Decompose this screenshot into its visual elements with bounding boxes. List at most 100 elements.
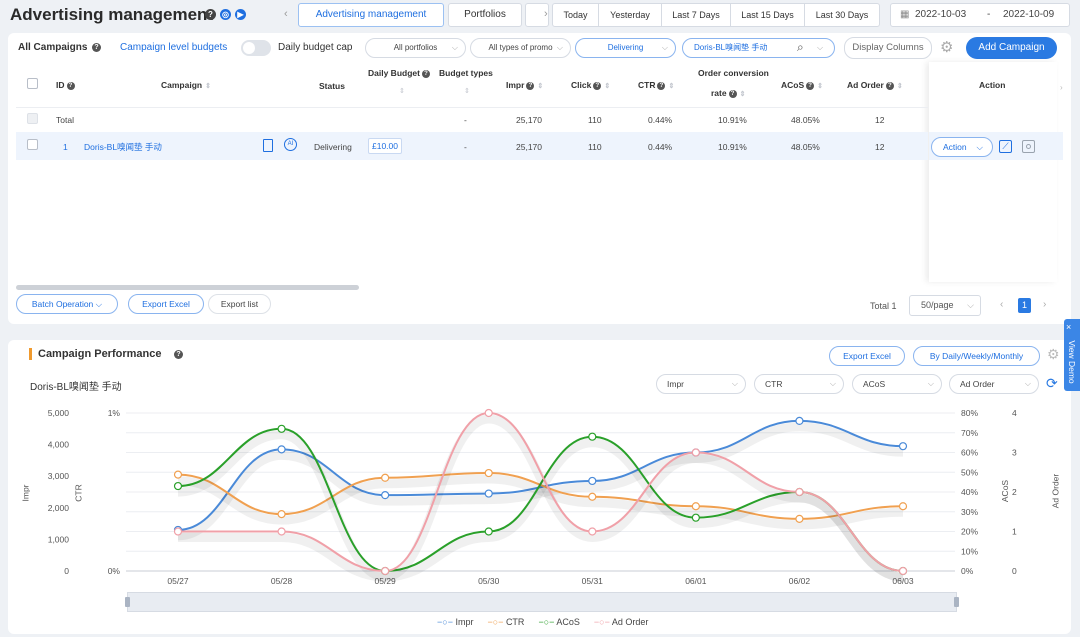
col-campaign[interactable]: Campaign ⇕: [161, 80, 211, 90]
perf-export-excel-button[interactable]: Export Excel: [829, 346, 905, 366]
metric-select-4[interactable]: Ad Order ⌵: [949, 374, 1039, 394]
x-tick-label: 05/27: [167, 576, 189, 586]
gear-icon[interactable]: ⚙: [1047, 346, 1060, 363]
display-columns-button[interactable]: Display Columns: [844, 37, 932, 59]
batch-operation-button[interactable]: Batch Operation ⌵: [16, 294, 118, 314]
col-ad-order-label: Ad Order: [847, 80, 884, 90]
document-icon[interactable]: [263, 139, 273, 152]
zoom-handle-right[interactable]: [954, 597, 959, 607]
horizontal-scrollbar[interactable]: [16, 285, 359, 290]
ad-order-tick-label: 2: [1012, 487, 1017, 497]
range-last-30[interactable]: Last 30 Days: [804, 3, 880, 27]
gear-icon[interactable]: ⚙: [940, 38, 953, 56]
range-last-15[interactable]: Last 15 Days: [730, 3, 805, 27]
ad-order-tick-label: 1: [1012, 527, 1017, 537]
ai-icon[interactable]: AI: [284, 138, 297, 151]
campaign-search-input[interactable]: Doris-BL嗅闻垫 手动 ⌕ ⌵: [682, 38, 835, 58]
zoom-handle-left[interactable]: [125, 597, 130, 607]
settings-icon[interactable]: ◎: [220, 9, 231, 20]
chevron-down-icon: ⌵: [661, 43, 668, 52]
scroll-right-icon[interactable]: ›: [1060, 83, 1063, 92]
add-campaign-button[interactable]: Add Campaign: [966, 37, 1057, 59]
tab-advertising-management[interactable]: Advertising management: [298, 3, 444, 27]
col-daily-budget[interactable]: Daily Budget?: [368, 68, 430, 78]
type-select[interactable]: All types of promo ⌵: [470, 38, 571, 58]
total-count: Total 1: [870, 301, 897, 311]
x-tick-label: 06/01: [685, 576, 707, 586]
col-ad-order[interactable]: Ad Order? ⇕: [847, 80, 903, 90]
period-button[interactable]: By Daily/Weekly/Monthly: [913, 346, 1040, 366]
select-all-checkbox[interactable]: [27, 78, 38, 89]
total-click: 110: [588, 115, 602, 125]
status-select[interactable]: Delivering ⌵: [575, 38, 676, 58]
help-icon: ?: [885, 82, 894, 90]
page-number[interactable]: 1: [1018, 298, 1031, 313]
range-today[interactable]: Today: [552, 3, 599, 27]
legend-item-ad-order[interactable]: −○− Ad Order: [594, 617, 648, 627]
portfolio-select[interactable]: All portfolios ⌵: [365, 38, 466, 58]
page-size-select[interactable]: 50/page ⌵: [909, 295, 981, 316]
metric-select-3[interactable]: ACoS ⌵: [852, 374, 942, 394]
page-size-value: 50/page: [921, 300, 954, 310]
acos-tick-label: 80%: [961, 408, 978, 418]
help-icon[interactable]: ?: [174, 350, 183, 359]
data-point-impr: [898, 442, 908, 451]
budget-toggle[interactable]: [241, 40, 271, 56]
copy-icon[interactable]: [1022, 140, 1035, 153]
col-click[interactable]: Click? ⇕: [571, 80, 610, 90]
close-icon[interactable]: ×: [1066, 322, 1071, 332]
col-status: Status: [319, 81, 345, 91]
date-separator: -: [987, 9, 991, 20]
chart-icon[interactable]: ⟋: [999, 140, 1012, 153]
date-range-picker[interactable]: ▦ 2022-10-03 - 2022-10-09: [890, 3, 1070, 27]
range-last-7[interactable]: Last 7 Days: [661, 3, 731, 27]
col-ctr[interactable]: CTR? ⇕: [638, 80, 674, 90]
sort-icon: ⇕: [205, 83, 211, 90]
help-icon[interactable]: ?: [205, 9, 216, 20]
zoom-slider[interactable]: [125, 592, 959, 612]
play-icon[interactable]: ▶: [235, 9, 246, 20]
col-acos[interactable]: ACoS? ⇕: [781, 80, 823, 90]
row-action-button[interactable]: Action ⌵: [931, 137, 993, 157]
ad-order-tick-label: 0: [1012, 566, 1017, 576]
next-page-icon[interactable]: ›: [1043, 299, 1046, 310]
metric-select-2[interactable]: CTR ⌵: [754, 374, 844, 394]
search-icon[interactable]: ⌕: [797, 38, 804, 56]
export-excel-button[interactable]: Export Excel: [128, 294, 204, 314]
col-id[interactable]: ID?: [56, 80, 75, 90]
refresh-icon[interactable]: ⟳: [1046, 375, 1058, 392]
chevron-down-icon[interactable]: ⌵: [817, 39, 823, 57]
daily-budget-field[interactable]: £10.00: [368, 138, 402, 154]
calendar-icon: ▦: [900, 9, 910, 20]
impr-tick-label: 1,000: [48, 534, 70, 544]
legend-item-impr[interactable]: −○− Impr: [437, 617, 473, 627]
metric-select-1[interactable]: Impr ⌵: [656, 374, 746, 394]
metric-value: Impr: [667, 379, 684, 389]
sort-icon[interactable]: ⇕: [399, 87, 405, 95]
col-campaign-label: Campaign: [161, 80, 203, 90]
data-point-ad-order: [691, 448, 700, 457]
chevron-right-icon[interactable]: ›: [544, 8, 548, 20]
legend-item-ctr[interactable]: −○− CTR: [487, 617, 524, 627]
chevron-left-icon[interactable]: ‹: [284, 8, 288, 20]
col-ctr-label: CTR: [638, 80, 656, 90]
total-label: Total: [56, 115, 74, 125]
row-checkbox[interactable]: [27, 139, 38, 150]
chevron-down-icon: ⌵: [976, 142, 983, 152]
range-yesterday[interactable]: Yesterday: [598, 3, 662, 27]
legend-item-acos[interactable]: −○− ACoS: [538, 617, 579, 627]
sort-icon[interactable]: ⇕: [464, 87, 470, 95]
campaign-table-card: [8, 33, 1071, 324]
export-list-button[interactable]: Export list: [208, 294, 271, 314]
campaign-link[interactable]: Doris-BL嗅闻垫 手动: [84, 141, 162, 153]
help-icon[interactable]: ?: [92, 43, 101, 52]
col-impr[interactable]: Impr? ⇕: [506, 80, 543, 90]
prev-page-icon[interactable]: ‹: [1000, 299, 1003, 310]
col-order-conversion-rate[interactable]: rate? ⇕: [711, 88, 745, 98]
campaign-budgets-link[interactable]: Campaign level budgets: [120, 42, 227, 53]
impr-tick-label: 0: [64, 566, 69, 576]
view-demo-tab[interactable]: × View Demo: [1064, 319, 1080, 391]
tab-portfolios[interactable]: Portfolios: [448, 3, 522, 27]
page-title: Advertising management: [10, 5, 214, 24]
x-tick-label: 06/02: [789, 576, 811, 586]
